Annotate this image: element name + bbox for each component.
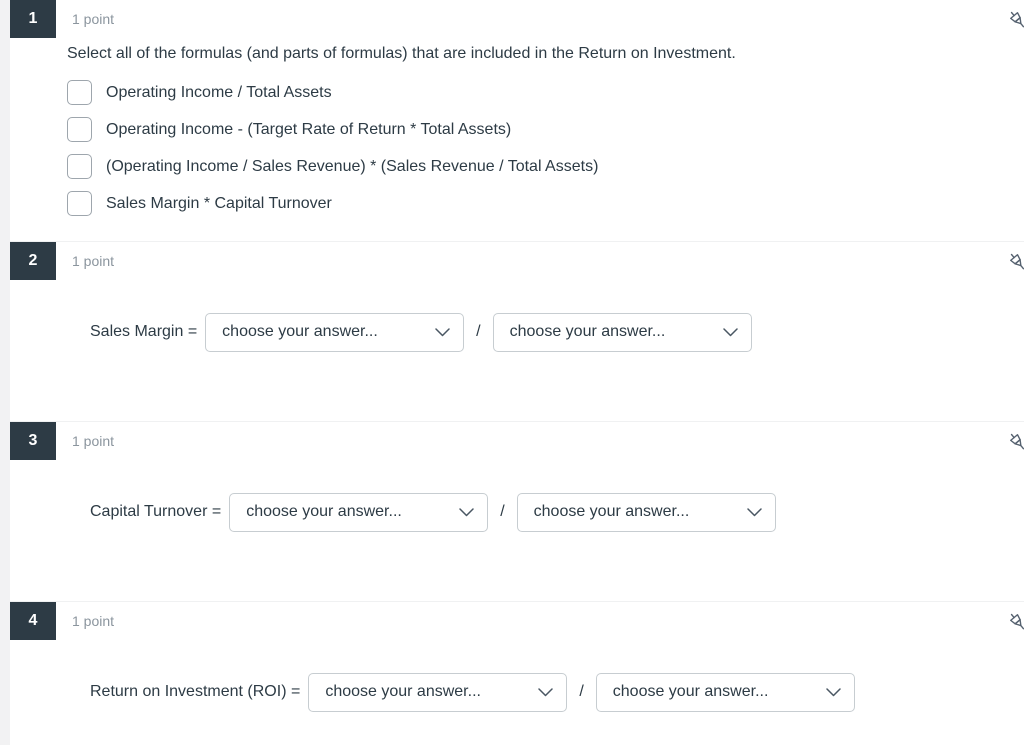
- quiz-page: 1 1 point Select all of the formulas (an…: [0, 0, 1024, 745]
- formula-label-3: Capital Turnover =: [90, 503, 222, 520]
- dropdown-value: choose your answer...: [533, 503, 690, 520]
- formula-row-3: Capital Turnover = choose your answer...…: [10, 484, 1024, 540]
- fraction-separator-3: /: [500, 503, 505, 520]
- checkbox-unchecked-icon[interactable]: [67, 80, 92, 105]
- choice-option[interactable]: Operating Income / Total Assets: [10, 74, 1024, 111]
- choice-label: (Operating Income / Sales Revenue) * (Sa…: [106, 157, 599, 175]
- question-header-3: 3 1 point: [10, 422, 1024, 460]
- formula-label-4: Return on Investment (ROI) =: [90, 683, 301, 700]
- choice-label: Operating Income - (Target Rate of Retur…: [106, 120, 512, 138]
- dropdown-value: choose your answer...: [246, 503, 402, 520]
- checkbox-unchecked-icon[interactable]: [67, 191, 92, 216]
- question-header-2: 2 1 point: [10, 242, 1024, 280]
- denominator-dropdown-4[interactable]: choose your answer...: [595, 672, 855, 712]
- choice-option[interactable]: Operating Income - (Target Rate of Retur…: [10, 111, 1024, 148]
- formula-row-4: Return on Investment (ROI) = choose your…: [10, 664, 1024, 720]
- question-block-3: 3 1 point Capital Turnover = choose your…: [10, 422, 1024, 602]
- pushpin-icon[interactable]: [1004, 6, 1024, 32]
- question-number-badge-4: 4: [10, 602, 56, 640]
- chevron-down-icon: [435, 328, 450, 337]
- fraction-separator-4: /: [579, 683, 584, 700]
- pushpin-icon[interactable]: [1004, 248, 1024, 274]
- chevron-down-icon: [746, 508, 762, 517]
- chevron-down-icon: [538, 688, 554, 697]
- question-body-1: Select all of the formulas (and parts of…: [10, 38, 1024, 240]
- formula-label-2: Sales Margin =: [90, 323, 198, 340]
- question-block-4: 4 1 point Return on Investment (ROI) = c…: [10, 602, 1024, 745]
- question-block-2: 2 1 point Sales Margin = choose your ans…: [10, 242, 1024, 422]
- question-number-badge-1: 1: [10, 0, 56, 38]
- question-number-badge-2: 2: [10, 242, 56, 280]
- dropdown-value: choose your answer...: [325, 683, 481, 700]
- denominator-dropdown-2[interactable]: choose your answer...: [492, 312, 752, 352]
- question-number-badge-3: 3: [10, 422, 56, 460]
- chevron-down-icon: [826, 688, 841, 697]
- choice-option[interactable]: Sales Margin * Capital Turnover: [10, 185, 1024, 222]
- dropdown-value: choose your answer...: [612, 683, 769, 700]
- choice-label: Sales Margin * Capital Turnover: [106, 194, 332, 212]
- question-header-1: 1 1 point: [10, 0, 1024, 38]
- pushpin-icon[interactable]: [1004, 428, 1024, 454]
- question-prompt-1: Select all of the formulas (and parts of…: [67, 45, 736, 62]
- numerator-dropdown-2[interactable]: choose your answer...: [205, 312, 465, 352]
- pushpin-icon[interactable]: [1004, 608, 1024, 634]
- choice-list-1: Operating Income / Total Assets Operatin…: [10, 74, 1024, 222]
- formula-row-2: Sales Margin = choose your answer... / c…: [10, 304, 1024, 360]
- chevron-down-icon: [722, 328, 738, 337]
- choice-label: Operating Income / Total Assets: [106, 83, 332, 101]
- question-points-3: 1 point: [72, 433, 115, 449]
- question-points-2: 1 point: [72, 253, 115, 269]
- dropdown-value: choose your answer...: [509, 323, 666, 340]
- numerator-dropdown-3[interactable]: choose your answer...: [229, 492, 489, 532]
- dropdown-value: choose your answer...: [222, 323, 378, 340]
- chevron-down-icon: [459, 508, 474, 517]
- question-block-1: 1 1 point Select all of the formulas (an…: [10, 0, 1024, 242]
- question-header-4: 4 1 point: [10, 602, 1024, 640]
- checkbox-unchecked-icon[interactable]: [67, 154, 92, 179]
- denominator-dropdown-3[interactable]: choose your answer...: [516, 492, 776, 532]
- numerator-dropdown-4[interactable]: choose your answer...: [308, 672, 568, 712]
- question-points-1: 1 point: [72, 11, 115, 27]
- question-points-4: 1 point: [72, 613, 115, 629]
- choice-option[interactable]: (Operating Income / Sales Revenue) * (Sa…: [10, 148, 1024, 185]
- quiz-content-pane: 1 1 point Select all of the formulas (an…: [10, 0, 1024, 745]
- fraction-separator-2: /: [476, 323, 481, 340]
- checkbox-unchecked-icon[interactable]: [67, 117, 92, 142]
